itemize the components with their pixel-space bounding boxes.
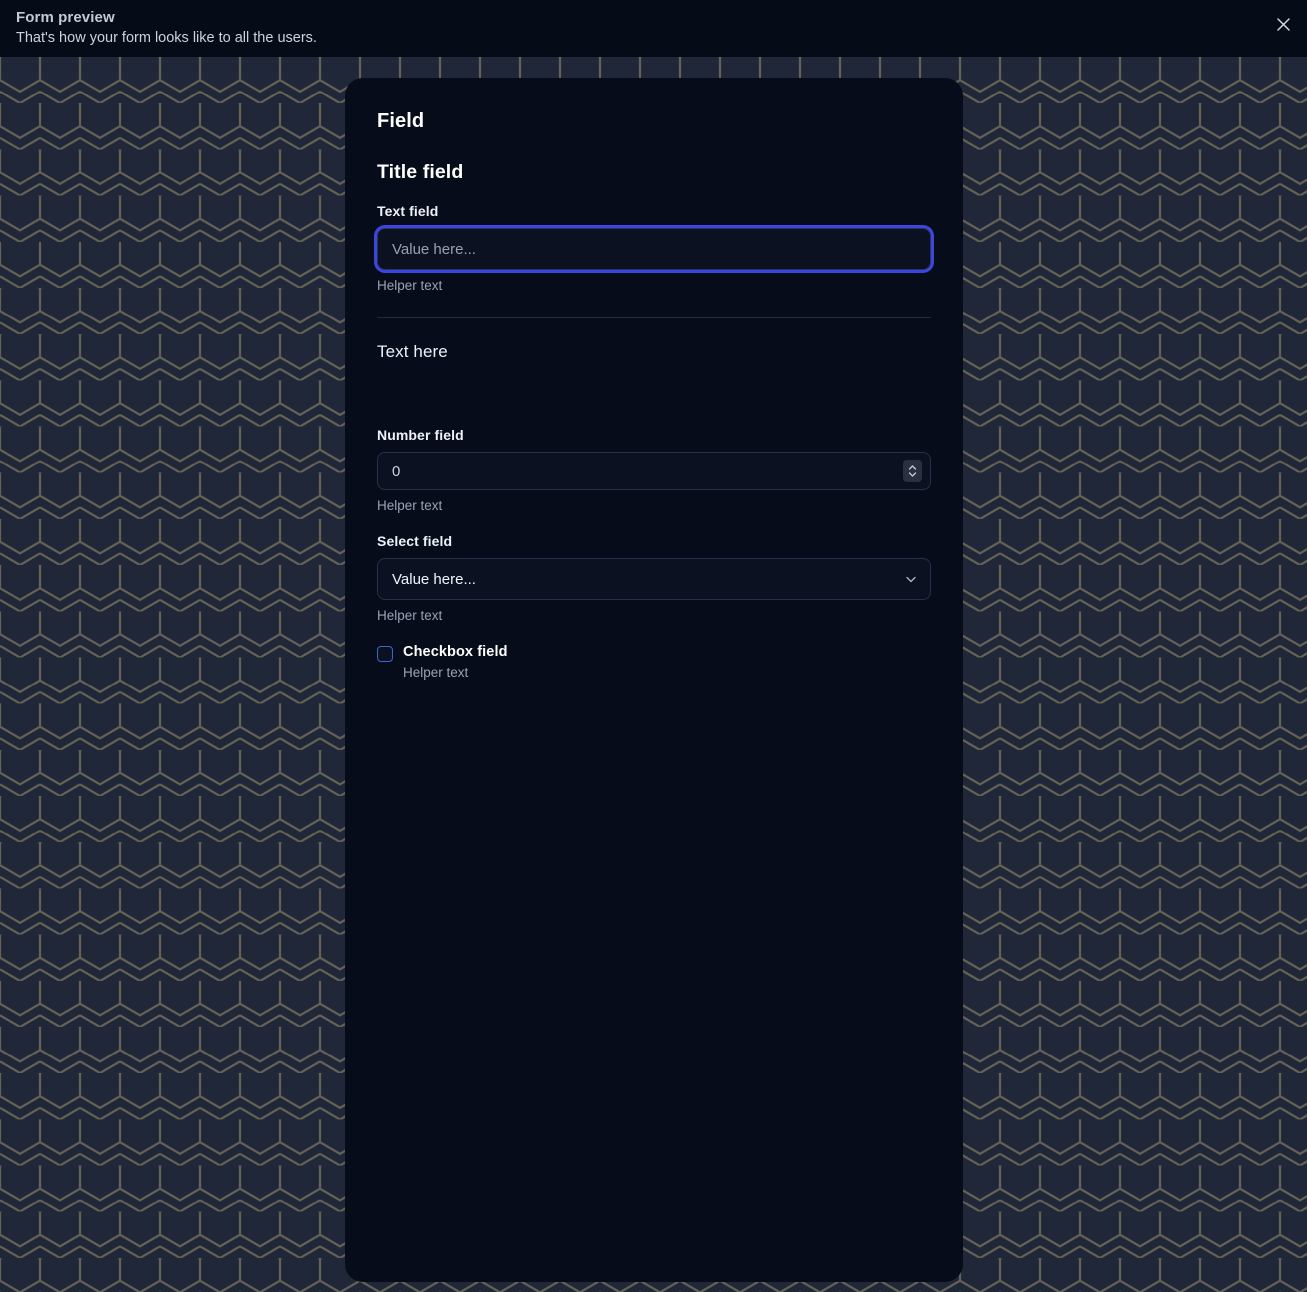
card-title: Field <box>377 110 425 132</box>
checkbox-field-group: Checkbox field Helper text <box>377 643 931 682</box>
text-field-helper: Helper text <box>377 278 443 293</box>
form-preview-card: Field Title field Text field Helper text… <box>345 78 963 1282</box>
number-stepper[interactable] <box>903 460 922 482</box>
number-field-helper: Helper text <box>377 498 443 513</box>
checkbox-helper: Helper text <box>403 665 469 680</box>
select-input[interactable]: Value here... <box>377 558 931 600</box>
text-input[interactable] <box>377 228 931 270</box>
checkbox-label: Checkbox field <box>403 644 508 660</box>
form-preview-header: Form preview That's how your form looks … <box>0 0 1307 57</box>
checkbox-input[interactable] <box>377 646 393 662</box>
section-divider <box>377 317 931 318</box>
page-title: Form preview <box>16 9 115 26</box>
number-field-group: Number field Helper text <box>377 426 931 515</box>
checkbox-text-group: Checkbox field Helper text <box>403 643 508 682</box>
select-field-wrapper: Value here... <box>377 558 931 600</box>
number-input[interactable] <box>377 452 931 490</box>
select-field-helper: Helper text <box>377 608 443 623</box>
spinner-up-down-icon <box>908 464 917 478</box>
page-subtitle: That's how your form looks like to all t… <box>16 30 317 46</box>
number-field-wrapper <box>377 452 931 490</box>
close-preview-button[interactable] <box>1270 11 1296 37</box>
select-value: Value here... <box>392 570 476 588</box>
select-field-label: Select field <box>377 533 453 549</box>
close-icon <box>1276 17 1291 32</box>
static-text-block: Text here <box>377 342 448 361</box>
number-field-label: Number field <box>377 427 464 443</box>
text-field-group: Text field Helper text <box>377 202 931 295</box>
select-field-group: Select field Value here... Helper text <box>377 532 931 625</box>
text-field-label: Text field <box>377 203 439 219</box>
text-field-wrapper <box>377 228 931 270</box>
section-title: Title field <box>377 161 464 183</box>
